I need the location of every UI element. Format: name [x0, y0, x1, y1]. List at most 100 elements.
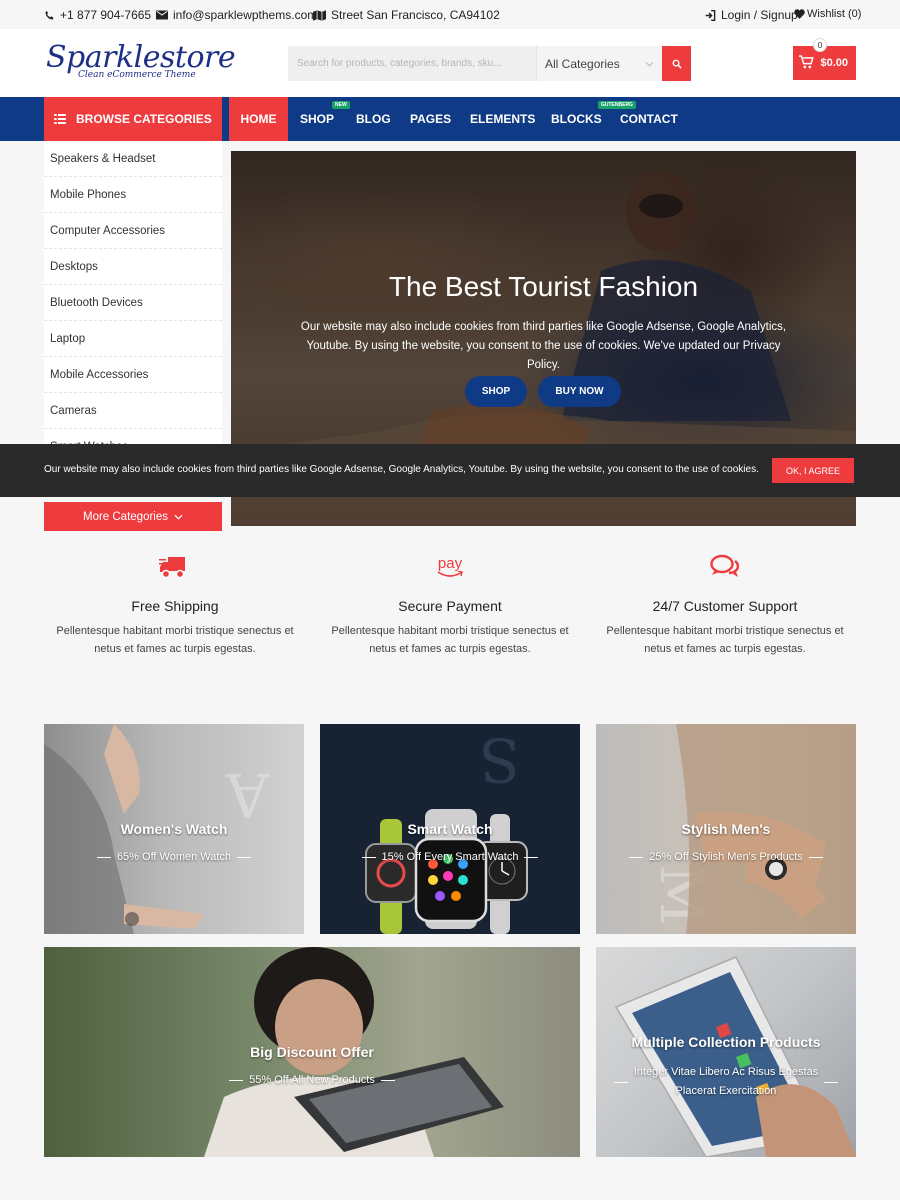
address-contact: Street San Francisco, CA94102 — [313, 8, 500, 22]
category-item[interactable]: Cameras — [44, 393, 222, 429]
nav-pages-label: PAGES — [410, 112, 452, 126]
nav-contact-label: CONTACT — [620, 112, 678, 126]
feature-secure-payment: pay Secure Payment Pellentesque habitant… — [319, 551, 581, 658]
email-address: info@sparklewpthems.com — [173, 8, 318, 22]
tile-subtitle: 55% Off All New Products — [44, 1074, 580, 1086]
category-item[interactable]: Mobile Accessories — [44, 357, 222, 393]
chevron-down-icon — [174, 514, 183, 520]
site-header: Sparklestore Clean eCommerce Theme All C… — [0, 29, 900, 97]
category-sidebar: Speakers & Headset Mobile Phones Compute… — [44, 141, 222, 445]
cart-button[interactable]: 0 $0.00 — [793, 38, 856, 80]
phone-number: +1 877 904-7665 — [60, 8, 152, 22]
hero-buy-now-button[interactable]: BUY NOW — [538, 376, 621, 407]
hero-title: The Best Tourist Fashion — [388, 271, 699, 302]
nav-item-elements[interactable]: ELEMENTS — [470, 97, 535, 141]
tile-title: Big Discount Offer — [250, 1044, 374, 1060]
feature-title: Free Shipping — [131, 598, 219, 614]
search-form: All Categories — [288, 46, 691, 81]
email-contact[interactable]: info@sparklewpthems.com — [156, 8, 317, 22]
search-input[interactable] — [288, 46, 536, 81]
feature-customer-support: 24/7 Customer Support Pellentesque habit… — [594, 551, 856, 658]
site-logo[interactable]: Sparklestore Clean eCommerce Theme — [46, 40, 236, 81]
feature-free-shipping: Free Shipping Pellentesque habitant morb… — [44, 551, 306, 658]
tile-title: Women's Watch — [120, 821, 228, 837]
search-icon — [672, 59, 682, 69]
more-categories-button[interactable]: More Categories — [44, 502, 222, 531]
feature-text: Pellentesque habitant morbi tristique se… — [606, 625, 844, 655]
category-item[interactable]: Laptop — [44, 321, 222, 357]
nav-item-blocks[interactable]: GUTENBERG BLOCKS — [551, 97, 636, 141]
cart-icon — [799, 55, 814, 69]
nav-item-shop[interactable]: NEW SHOP — [300, 97, 350, 141]
cart-total: $0.00 — [820, 57, 848, 69]
map-icon — [313, 9, 326, 21]
login-label: Login / Signup — [721, 8, 798, 22]
tile-subtitle: 65% Off Women Watch — [44, 851, 304, 863]
tile-subtitle-line1: Integer Vitae Libero Ac Risus Egestas — [633, 1066, 819, 1078]
tile-subtitle: 15% Off Every Smart Watch — [320, 851, 580, 863]
truck-icon — [159, 557, 185, 579]
nav-elements-label: ELEMENTS — [470, 112, 536, 126]
tile-subtitle-line2: Placerat Exercitation — [675, 1085, 777, 1097]
tile-title: Smart Watch — [407, 821, 493, 837]
more-categories-label: More Categories — [82, 510, 168, 523]
category-item[interactable]: Computer Accessories — [44, 213, 222, 249]
promo-tile-big-discount[interactable]: Big Discount Offer 55% Off All New Produ… — [44, 947, 580, 1157]
hero-description: Our website may also include cookies fro… — [300, 321, 787, 371]
promo-tile-womens-watch[interactable]: A Women's Watch 65% Off Women Watch — [44, 724, 304, 934]
cookie-message: Our website may also include cookies fro… — [44, 464, 759, 475]
nav-item-home[interactable]: HOME — [229, 97, 288, 141]
logo-title: Sparklestore — [46, 40, 236, 75]
chat-icon — [710, 554, 740, 577]
browse-categories-label: BROWSE CATEGORIES — [76, 112, 212, 126]
feature-text: Pellentesque habitant morbi tristique se… — [56, 625, 294, 655]
browse-categories-button[interactable]: BROWSE CATEGORIES — [44, 97, 222, 141]
list-icon — [54, 114, 66, 124]
login-link[interactable]: Login / Signup — [705, 8, 798, 22]
cookie-consent-bar: Our website may also include cookies fro… — [0, 444, 900, 497]
heart-icon — [794, 9, 805, 19]
cart-count-badge: 0 — [813, 38, 827, 52]
phone-contact[interactable]: +1 877 904-7665 — [44, 8, 151, 22]
tile-title: Stylish Men's — [681, 821, 771, 837]
phone-icon — [45, 10, 54, 19]
top-bar: +1 877 904-7665 info@sparklewpthems.com … — [0, 0, 900, 29]
tile-subtitle: Integer Vitae Libero Ac Risus Egestas Pl… — [596, 1063, 856, 1101]
category-select-value: All Categories — [545, 56, 620, 71]
search-button[interactable] — [662, 46, 691, 81]
pay-icon: pay — [319, 551, 581, 583]
category-item[interactable]: Bluetooth Devices — [44, 285, 222, 321]
wishlist-link[interactable]: Wishlist (0) — [794, 8, 861, 20]
category-item[interactable]: Smart Watches — [44, 429, 222, 446]
envelope-icon — [156, 10, 168, 20]
tile-title: Multiple Collection Products — [631, 1034, 821, 1050]
chevron-down-icon — [645, 61, 654, 67]
category-item[interactable]: Speakers & Headset — [44, 141, 222, 177]
address-text: Street San Francisco, CA94102 — [331, 8, 500, 22]
nav-home-label: HOME — [240, 112, 277, 126]
nav-item-pages[interactable]: PAGES — [410, 97, 451, 141]
nav-blog-label: BLOG — [356, 112, 391, 126]
nav-item-contact[interactable]: CONTACT — [620, 97, 678, 141]
sign-in-icon — [705, 9, 716, 21]
main-navigation: BROWSE CATEGORIES HOME NEW SHOP BLOG PAG… — [0, 97, 900, 141]
category-item[interactable]: Mobile Phones — [44, 177, 222, 213]
category-select[interactable]: All Categories — [536, 46, 662, 81]
svg-text:S: S — [479, 724, 520, 794]
tile-image-multiple-collection — [614, 956, 856, 1157]
feature-text: Pellentesque habitant morbi tristique se… — [331, 625, 569, 655]
feature-title: 24/7 Customer Support — [652, 598, 798, 614]
new-badge: NEW — [332, 101, 350, 109]
svg-text:A: A — [225, 759, 270, 829]
nav-item-blog[interactable]: BLOG — [356, 97, 391, 141]
category-item[interactable]: Desktops — [44, 249, 222, 285]
promo-tile-smart-watch[interactable]: S Smart Watch 15% Off Every Smart Watch — [320, 724, 580, 934]
nav-shop-label: SHOP — [300, 112, 335, 126]
promo-tile-stylish-mens[interactable]: M Stylish Men's 25% Off Stylish Men's Pr… — [596, 724, 856, 934]
hero-shop-button[interactable]: SHOP — [465, 376, 527, 407]
wishlist-label: Wishlist (0) — [807, 8, 862, 20]
promo-tile-multiple-collection[interactable]: Multiple Collection Products Integer Vit… — [596, 947, 856, 1157]
nav-blocks-label: BLOCKS — [551, 112, 602, 126]
cookie-accept-button[interactable]: OK, I AGREE — [772, 458, 854, 483]
feature-title: Secure Payment — [398, 598, 502, 614]
